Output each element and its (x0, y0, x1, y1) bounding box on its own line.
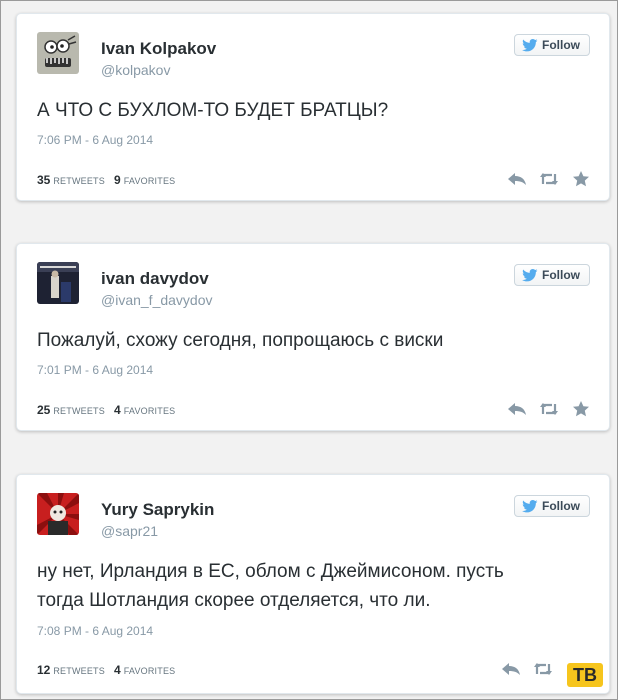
twitter-bird-icon (522, 268, 538, 281)
follow-button[interactable]: Follow (514, 264, 590, 286)
favorite-count[interactable]: 4 (114, 663, 121, 677)
favorites-label[interactable]: FAVORITES (124, 406, 176, 416)
tweet-text: А ЧТО С БУХЛОМ-ТО БУДЕТ БРАТЦЫ? (37, 100, 389, 121)
retweets-label[interactable]: RETWEETS (53, 666, 105, 676)
favorite-count[interactable]: 4 (114, 403, 121, 417)
tweet-actions (507, 171, 591, 187)
follow-label: Follow (542, 38, 580, 52)
twitter-bird-icon (522, 499, 538, 512)
retweet-count[interactable]: 25 (37, 403, 50, 417)
follow-button[interactable]: Follow (514, 34, 590, 56)
avatar[interactable] (37, 262, 79, 304)
retweets-label[interactable]: RETWEETS (53, 406, 105, 416)
retweet-count[interactable]: 35 (37, 173, 50, 187)
follow-label: Follow (542, 499, 580, 513)
favorite-star-icon[interactable] (571, 171, 591, 187)
tweet-text: Пожалуй, схожу сегодня, попрощаюсь с вис… (37, 330, 444, 351)
tweet-text-line-2: тогда Шотландия скорее отделяется, что л… (37, 590, 431, 611)
display-name[interactable]: Yury Saprykin (101, 500, 214, 520)
tweet-text-line-1: ну нет, Ирландия в ЕС, облом с Джеймисон… (37, 561, 504, 582)
retweet-count[interactable]: 12 (37, 663, 50, 677)
reply-icon[interactable] (501, 661, 521, 677)
tweet-card: Yury Saprykin @sapr21 Follow ну нет, Ирл… (16, 474, 610, 694)
favorite-star-icon[interactable] (571, 401, 591, 417)
reply-icon[interactable] (507, 171, 527, 187)
retweet-icon[interactable] (533, 661, 553, 677)
favorite-count[interactable]: 9 (114, 173, 121, 187)
retweet-icon[interactable] (539, 401, 559, 417)
favorites-label[interactable]: FAVORITES (124, 666, 176, 676)
tweet-timestamp[interactable]: 7:01 PM - 6 Aug 2014 (37, 363, 153, 377)
twitter-bird-icon (522, 38, 538, 51)
avatar[interactable] (37, 32, 79, 74)
tweet-timestamp[interactable]: 7:06 PM - 6 Aug 2014 (37, 133, 153, 147)
retweet-icon[interactable] (539, 171, 559, 187)
screen-name[interactable]: @kolpakov (101, 62, 170, 78)
avatar[interactable] (37, 493, 79, 535)
tweet-stats: 12 RETWEETS 4 FAVORITES (37, 663, 181, 677)
screen-name[interactable]: @sapr21 (101, 523, 158, 539)
tweet-timestamp[interactable]: 7:08 PM - 6 Aug 2014 (37, 624, 153, 638)
follow-button[interactable]: Follow (514, 495, 590, 517)
tweet-card: ivan davydov @ivan_f_davydov Follow Пожа… (16, 243, 610, 431)
watermark-badge: ТВ (567, 663, 603, 687)
tweet-stats: 25 RETWEETS 4 FAVORITES (37, 403, 181, 417)
display-name[interactable]: Ivan Kolpakov (101, 39, 216, 59)
reply-icon[interactable] (507, 401, 527, 417)
tweet-actions (501, 661, 553, 677)
screen-name[interactable]: @ivan_f_davydov (101, 292, 213, 308)
retweets-label[interactable]: RETWEETS (53, 176, 105, 186)
follow-label: Follow (542, 268, 580, 282)
display-name[interactable]: ivan davydov (101, 269, 209, 289)
tweet-stats: 35 RETWEETS 9 FAVORITES (37, 173, 181, 187)
favorites-label[interactable]: FAVORITES (124, 176, 176, 186)
tweet-actions (507, 401, 591, 417)
tweet-card: Ivan Kolpakov @kolpakov Follow А ЧТО С Б… (16, 13, 610, 201)
